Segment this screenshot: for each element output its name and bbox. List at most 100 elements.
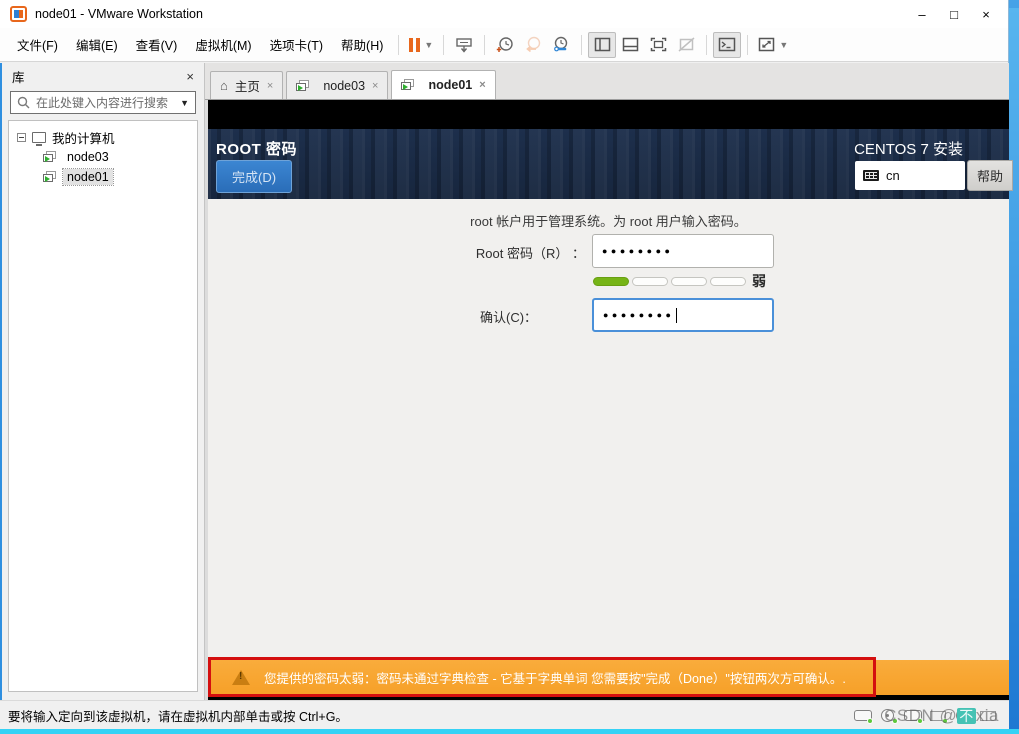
toolbar-separator [581,34,583,55]
warning-bar: 您提供的密码太弱：密码未通过字典检查 - 它基于字典单词 您需要按"完成（Don… [208,657,1009,697]
vm-running-icon [43,171,57,183]
title-bar: node01 - VMware Workstation – □ × [0,0,1008,28]
library-search-input[interactable]: 在此处键入内容进行搜索 ▼ [10,91,196,114]
root-password-label: Root 密码（R） ： [475,246,585,261]
help-button[interactable]: 帮助 [967,160,1013,191]
show-library-icon [594,37,611,52]
tab-close-icon[interactable]: × [479,79,485,91]
tab-bar: ⌂ 主页 × node03 × node01 × [205,63,1009,100]
vmware-logo-icon [10,6,27,22]
library-panel: 库 × 在此处键入内容进行搜索 ▼ 我的计算机 node03 node01 [0,63,205,700]
free-stretch-icon [759,37,775,52]
menu-help[interactable]: 帮助(H) [332,31,392,58]
show-library-button[interactable] [588,31,617,58]
manage-snapshots-icon [554,36,568,52]
strength-segment [710,277,746,286]
menu-vm[interactable]: 虚拟机(M) [186,31,260,58]
instruction-text: root 帐户用于管理系统。为 root 用户输入密码。 [470,214,747,229]
tab-home[interactable]: ⌂ 主页 × [210,71,284,99]
search-placeholder: 在此处键入内容进行搜索 [36,96,169,110]
confirm-password-label: 确认(C)： [480,310,538,325]
page-title: ROOT 密码 [216,141,297,158]
text-cursor [675,307,677,323]
vm-black-strip [208,100,1009,129]
computer-icon [32,131,46,146]
hard-disk-icon[interactable] [854,709,873,724]
toolbar-separator [398,34,400,55]
keyboard-layout-selector[interactable]: cn [855,161,965,190]
tab-close-icon[interactable]: × [267,80,273,92]
strength-segment [632,277,668,286]
tree-item-label: node03 [67,150,109,164]
close-button[interactable]: × [970,2,1002,26]
keyboard-layout-label: cn [886,168,900,183]
tab-node01[interactable]: node01 × [391,70,496,99]
warning-message: 您提供的密码太弱：密码未通过字典检查 - 它基于字典单词 您需要按"完成（Don… [264,672,846,686]
revert-snapshot-button[interactable] [519,32,547,58]
installer-title: CENTOS 7 安装 [854,141,963,158]
strength-label: 弱 [752,273,766,289]
tab-node03[interactable]: node03 × [286,71,389,99]
done-button[interactable]: 完成(D) [216,160,293,193]
installer-header: ROOT 密码 完成(D) CENTOS 7 安装 cn 帮助 [208,129,1013,199]
root-password-input[interactable]: ●●●●●●●● [592,234,774,268]
password-dots: ●●●●●●●● [603,310,675,320]
unity-button[interactable] [672,32,700,58]
send-ctrl-alt-del-button[interactable] [450,32,478,58]
manage-snapshots-button[interactable] [547,32,575,58]
library-tree: 我的计算机 node03 node01 [8,120,198,692]
desktop-background-strip [1009,8,1019,734]
chevron-down-icon: ▼ [779,39,789,50]
tab-label: node01 [428,78,473,92]
installer-body: root 帐户用于管理系统。为 root 用户输入密码。 Root 密码（R） … [208,199,1009,660]
confirm-password-input[interactable]: ●●●●●●●● [592,298,774,332]
desktop-background-strip [0,729,1019,734]
console-view-icon [719,37,736,52]
tab-label: node03 [323,78,366,93]
toolbar-separator [443,34,445,55]
fullscreen-button[interactable] [644,32,672,58]
main-area: ⌂ 主页 × node03 × node01 × ROOT 密码 完成(D) C… [205,63,1013,700]
search-icon [17,96,30,109]
toolbar-separator [484,34,486,55]
pause-icon [409,37,421,52]
tree-item-node03[interactable]: node03 [9,147,197,167]
library-close-icon[interactable]: × [186,69,194,84]
status-bar: 要将输入定向到该虚拟机，请在虚拟机内部单击或按 Ctrl+G。 CSDN @ 不 x… [0,700,1009,730]
password-strength-meter [593,277,746,286]
minimize-button[interactable]: – [906,2,938,26]
menu-edit[interactable]: 编辑(E) [67,31,127,58]
collapse-icon[interactable] [17,132,26,142]
tree-item-label: node01 [67,170,109,184]
menu-bar: 文件(F) 编辑(E) 查看(V) 虚拟机(M) 选项卡(T) 帮助(H) ▼ [0,28,1008,62]
tab-label: 主页 [234,80,260,94]
toolbar-separator [706,34,708,55]
maximize-button[interactable]: □ [938,2,970,26]
device-status-icons: CSDN @ 不 xia [854,705,999,725]
menu-file[interactable]: 文件(F) [8,31,67,58]
warning-icon [232,670,250,685]
send-ctrl-alt-del-icon [456,37,473,53]
unity-icon [678,37,695,52]
vm-running-icon [43,151,57,163]
home-icon: ⌂ [220,78,228,93]
tree-item-my-computer[interactable]: 我的计算机 [9,127,197,147]
take-snapshot-button[interactable] [491,32,519,58]
take-snapshot-icon [497,37,514,52]
pause-button[interactable]: ▼ [405,32,437,58]
vm-running-icon [401,79,415,91]
console-view-button[interactable] [713,31,742,58]
menu-tabs[interactable]: 选项卡(T) [261,31,332,58]
vm-console-screen[interactable]: ROOT 密码 完成(D) CENTOS 7 安装 cn 帮助 root 帐户用… [208,100,1013,700]
window-title: node01 - VMware Workstation [35,7,203,21]
status-message: 要将输入定向到该虚拟机，请在虚拟机内部单击或按 Ctrl+G。 [8,710,348,724]
password-dots: ●●●●●●●● [602,246,674,256]
tree-item-node01[interactable]: node01 [9,167,197,187]
menu-view[interactable]: 查看(V) [127,31,187,58]
free-stretch-button[interactable]: ▼ [754,32,792,58]
keyboard-icon [863,170,879,181]
search-dropdown-icon[interactable]: ▼ [180,98,189,108]
show-thumbnail-bar-button[interactable] [616,32,644,58]
tab-close-icon[interactable]: × [372,80,378,92]
csdn-watermark: CSDN @ 不 xia [884,705,999,725]
